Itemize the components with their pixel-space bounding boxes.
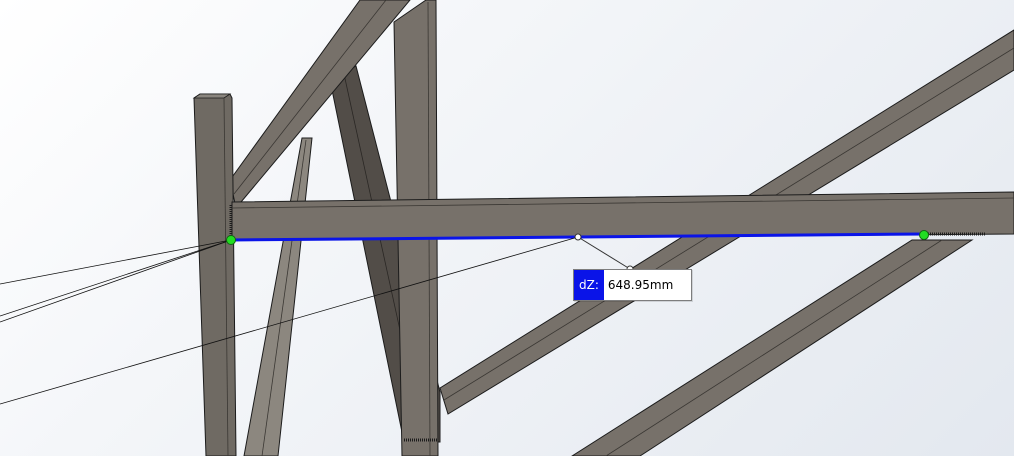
weldment-frame-model[interactable] <box>0 0 1014 456</box>
measurement-callout[interactable]: dZ: 648.95mm <box>573 269 693 301</box>
measurement-value[interactable]: 648.95mm <box>604 270 691 300</box>
endpoint-marker-end[interactable] <box>919 230 929 240</box>
cad-graphics-area[interactable]: dZ: 648.95mm <box>0 0 1014 456</box>
vertical-post-left[interactable] <box>193 93 237 456</box>
brace-member-left-edge <box>261 139 307 456</box>
callout-leader <box>574 233 634 273</box>
axis-label-badge: dZ: <box>574 270 604 300</box>
endpoint-marker-start[interactable] <box>226 235 236 245</box>
vertical-post-left-top <box>192 93 232 99</box>
